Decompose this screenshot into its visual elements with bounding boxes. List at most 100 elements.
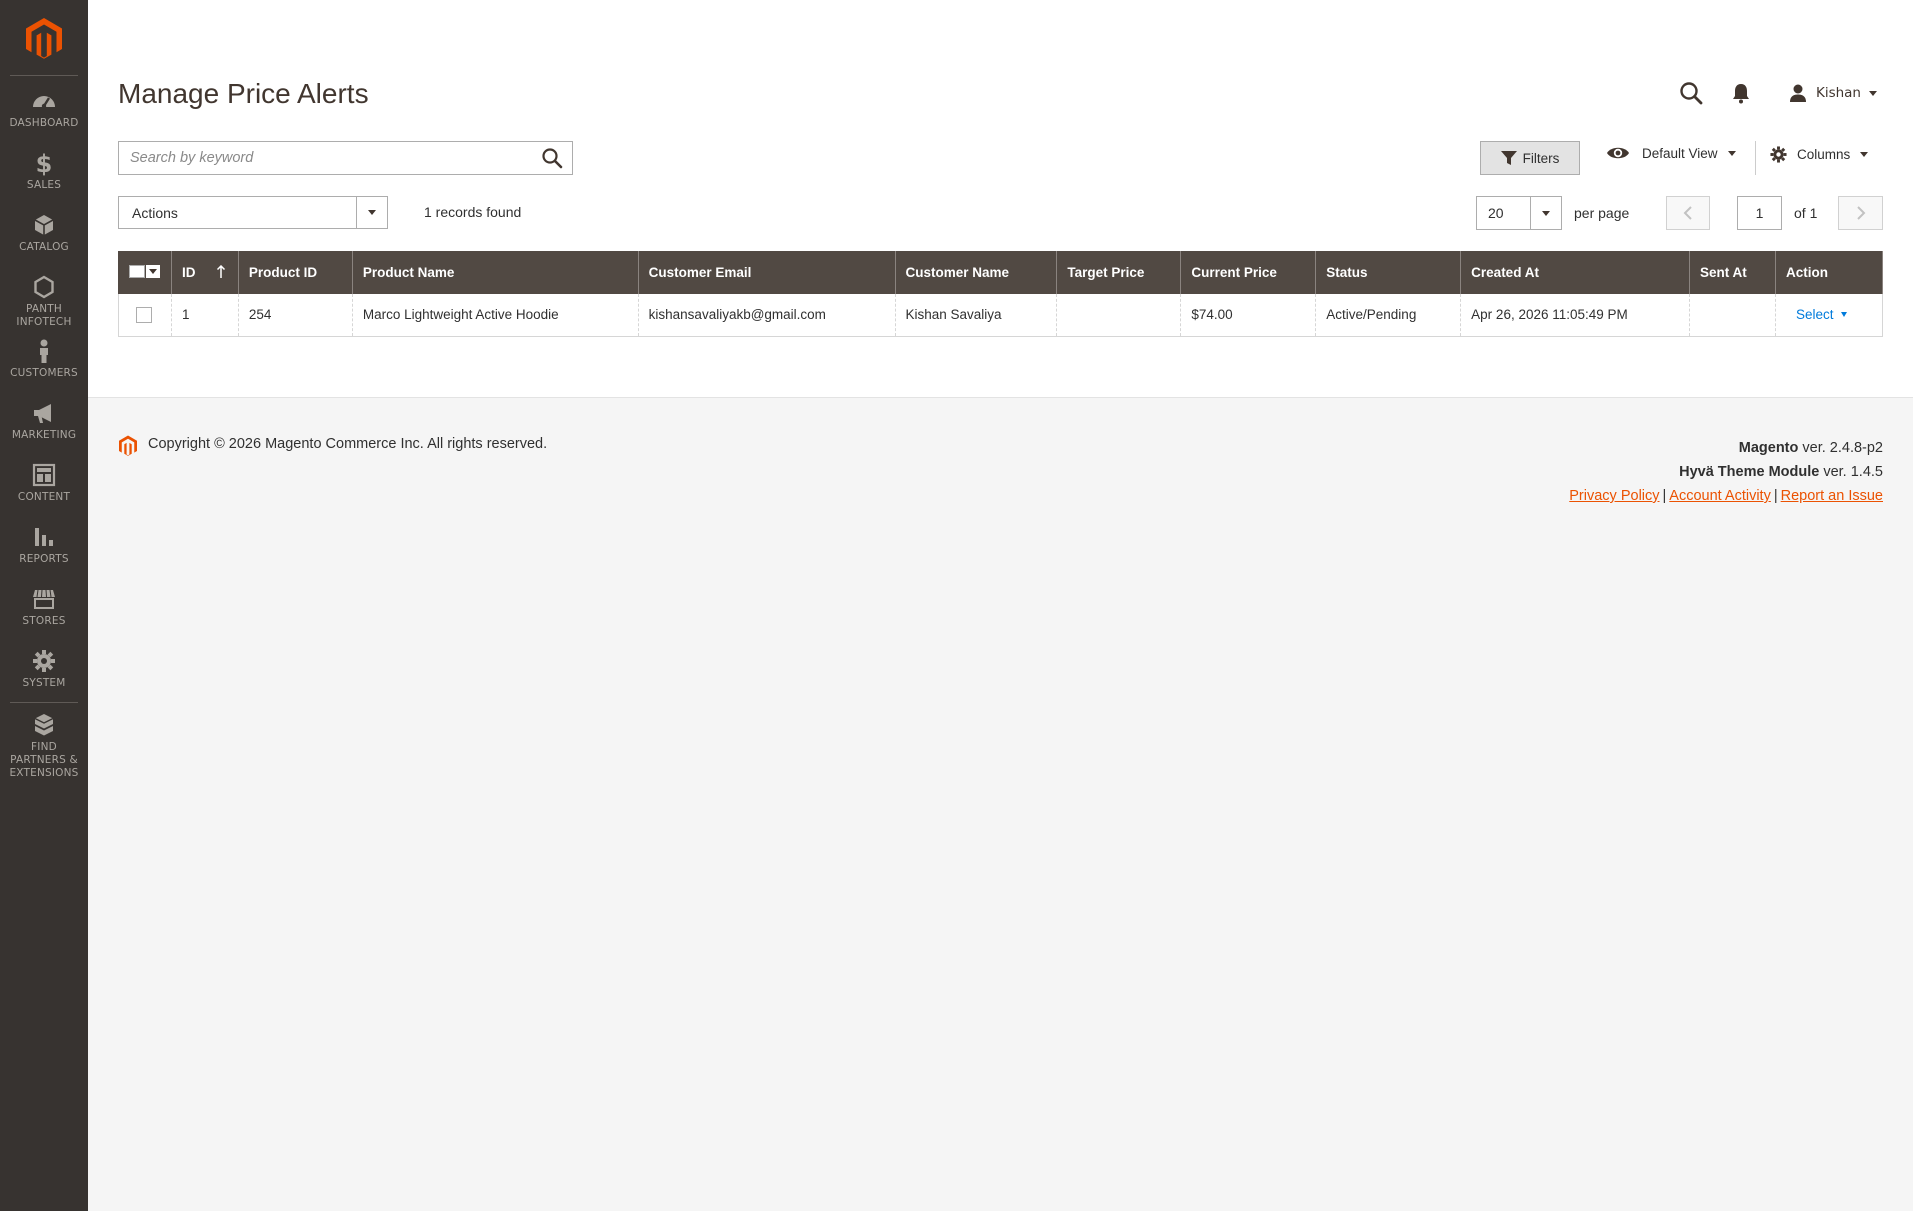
actions-dropdown-toggle[interactable]	[356, 197, 387, 228]
hyva-version-text: ver. 1.4.5	[1819, 464, 1883, 480]
magento-version-text: ver. 2.4.8-p2	[1798, 440, 1883, 456]
column-header-customer-email[interactable]: Customer Email	[637, 251, 896, 294]
chevron-right-icon	[1856, 206, 1865, 220]
sidebar-item-dashboard[interactable]: DASHBOARD	[0, 88, 88, 130]
copyright-text: Copyright © 2026 Magento Commerce Inc. A…	[148, 436, 548, 452]
layout-icon	[32, 463, 56, 487]
current-page-input[interactable]	[1737, 196, 1782, 230]
actions-label: Actions	[132, 204, 178, 221]
chevron-down-icon	[1727, 150, 1736, 156]
magento-logo-icon[interactable]	[24, 16, 64, 60]
chevron-down-icon	[1860, 152, 1869, 157]
columns-label: Columns	[1797, 147, 1851, 162]
sidebar-item-reports[interactable]: REPORTS	[0, 524, 88, 566]
gear-icon	[1770, 146, 1787, 163]
per-page-label: per page	[1574, 205, 1630, 221]
cell-status: Active/Pending	[1315, 294, 1462, 337]
next-page-button[interactable]	[1838, 196, 1883, 230]
page-total: of 1	[1794, 205, 1818, 221]
column-header-label: Status	[1326, 265, 1368, 280]
sidebar-item-label: SYSTEM	[22, 677, 66, 689]
column-header-label: Current Price	[1191, 265, 1277, 280]
storefront-icon	[33, 589, 55, 609]
cube-icon	[34, 215, 54, 235]
column-header-product-name[interactable]: Product Name	[351, 251, 639, 294]
boxes-icon	[34, 714, 54, 736]
grid-header-row: ID Product ID Product Name Customer Emai…	[118, 251, 1883, 294]
sidebar-item-customers[interactable]: CUSTOMERS	[0, 338, 88, 380]
checkbox[interactable]	[129, 264, 145, 278]
sidebar-item-panth-infotech[interactable]: PANTH INFOTECH	[0, 274, 88, 329]
user-menu[interactable]: Kishan	[1788, 83, 1877, 103]
table-row: 1 254 Marco Lightweight Active Hoodie ki…	[118, 294, 1883, 337]
previous-page-button[interactable]	[1666, 196, 1710, 230]
row-action-select[interactable]: Select	[1796, 307, 1847, 322]
search-input[interactable]	[119, 142, 532, 174]
hexagon-icon	[34, 275, 54, 299]
search-button[interactable]	[532, 142, 572, 174]
column-header-customer-name[interactable]: Customer Name	[894, 251, 1058, 294]
mass-select-header[interactable]	[118, 251, 172, 294]
chevron-down-icon	[1542, 210, 1550, 216]
user-name: Kishan	[1815, 85, 1861, 101]
cell-customer-name: Kishan Savaliya	[894, 294, 1058, 337]
column-header-id[interactable]: ID	[170, 251, 239, 294]
sidebar-item-system[interactable]: SYSTEM	[0, 648, 88, 690]
magento-logo-icon	[119, 435, 137, 456]
cell-customer-email: kishansavaliyakb@gmail.com	[637, 294, 896, 337]
keyword-search	[118, 141, 573, 175]
cell-action: Select	[1775, 294, 1883, 337]
column-header-label: Created At	[1471, 265, 1539, 280]
footer-divider	[88, 397, 1913, 398]
row-select-cell	[118, 294, 172, 337]
search-icon	[542, 148, 563, 169]
column-header-label: Sent At	[1700, 265, 1747, 280]
mass-select-checkbox[interactable]	[129, 264, 160, 278]
price-alerts-grid: ID Product ID Product Name Customer Emai…	[118, 251, 1883, 337]
dashboard-icon	[33, 96, 55, 109]
search-icon[interactable]	[1678, 80, 1704, 106]
row-checkbox[interactable]	[136, 306, 152, 323]
sidebar-divider	[10, 702, 78, 703]
sidebar-item-marketing[interactable]: MARKETING	[0, 400, 88, 442]
user-icon	[1789, 84, 1806, 102]
column-header-target-price[interactable]: Target Price	[1056, 251, 1182, 294]
mass-select-dropdown[interactable]	[146, 264, 160, 278]
columns-dropdown[interactable]: Columns	[1769, 145, 1869, 164]
sidebar-item-content[interactable]: CONTENT	[0, 462, 88, 504]
column-header-created-at[interactable]: Created At	[1460, 251, 1691, 294]
account-activity-link[interactable]: Account Activity	[1669, 488, 1771, 504]
sidebar-item-catalog[interactable]: CATALOG	[0, 212, 88, 254]
column-header-status[interactable]: Status	[1315, 251, 1462, 294]
column-header-current-price[interactable]: Current Price	[1180, 251, 1317, 294]
mass-actions-select[interactable]: Actions	[118, 196, 388, 229]
sidebar-item-stores[interactable]: STORES	[0, 586, 88, 628]
chevron-down-icon	[149, 268, 157, 274]
sort-ascending-icon	[216, 265, 225, 278]
privacy-policy-link[interactable]: Privacy Policy	[1569, 488, 1659, 504]
footer-links: Privacy Policy | Account Activity | Report a…	[1569, 484, 1883, 508]
column-header-product-id[interactable]: Product ID	[237, 251, 353, 294]
notification-bell-icon[interactable]	[1728, 80, 1754, 106]
default-view-dropdown[interactable]: Default View	[1606, 145, 1736, 161]
column-header-label: Product ID	[248, 265, 318, 280]
column-header-label: Action	[1786, 265, 1828, 280]
filters-button[interactable]: Filters	[1480, 141, 1580, 175]
footer-info: Magento ver. 2.4.8-p2 Hyvä Theme Module …	[1569, 436, 1883, 508]
cell-product-name: Marco Lightweight Active Hoodie	[351, 294, 639, 337]
gear-icon	[33, 650, 55, 672]
report-issue-link[interactable]: Report an Issue	[1781, 488, 1883, 504]
column-header-sent-at[interactable]: Sent At	[1689, 251, 1776, 294]
sidebar-item-find-partners[interactable]: FIND PARTNERS & EXTENSIONS	[0, 712, 88, 780]
column-header-label: Customer Name	[905, 265, 1010, 280]
sidebar-item-label: PANTH INFOTECH	[16, 303, 72, 328]
magento-version: Magento ver. 2.4.8-p2	[1569, 436, 1883, 460]
chevron-down-icon	[368, 210, 376, 215]
sidebar-item-sales[interactable]: $ SALES	[0, 150, 88, 192]
megaphone-icon	[34, 404, 51, 423]
bar-chart-icon	[35, 528, 53, 546]
per-page-dropdown-toggle[interactable]	[1530, 197, 1561, 229]
sidebar-item-label: STORES	[22, 615, 66, 627]
per-page-select[interactable]: 20	[1476, 196, 1562, 230]
view-label: Default View	[1642, 145, 1718, 161]
